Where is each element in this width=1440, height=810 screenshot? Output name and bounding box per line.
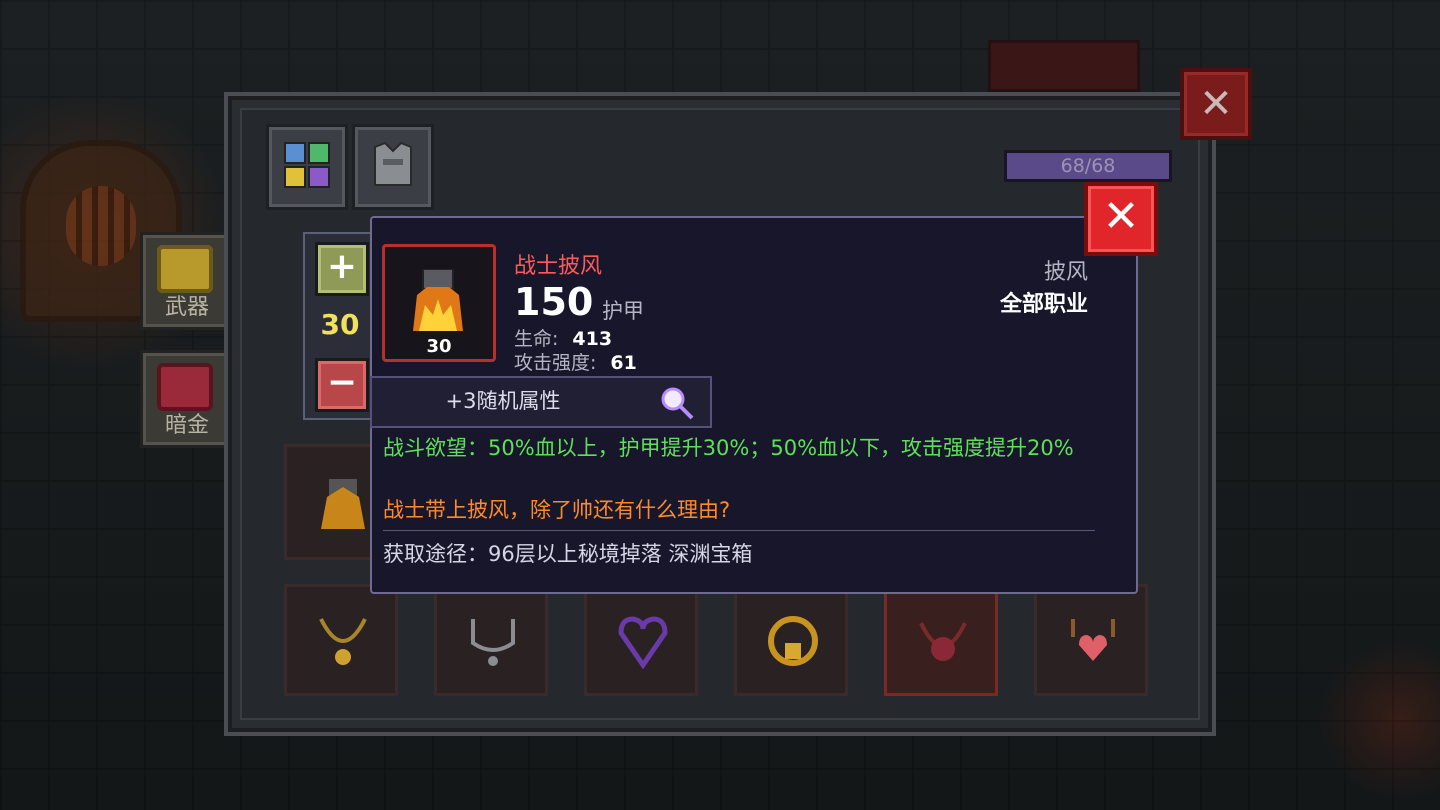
item-class: 全部职业: [999, 292, 1088, 317]
random-attributes-bar[interactable]: +3随机属性: [370, 376, 712, 428]
item-flavor-text: 战士带上披风，除了帅还有什么理由?: [383, 498, 731, 522]
heart-amulet-icon: [618, 616, 668, 669]
item-stat-label: 生命:: [514, 328, 559, 350]
item-stat-value: 413: [572, 328, 613, 350]
item-stat-row: 攻击强度: 61: [514, 348, 637, 375]
divider: [383, 530, 1095, 531]
close-icon: ✕: [1199, 81, 1233, 127]
gem-amulet-icon: [919, 622, 967, 661]
item-effect-text: 战斗欲望：50%血以上，护甲提升30%；50%血以下，攻击强度提升20%: [383, 436, 1074, 460]
heart-necklace-icon: [1071, 619, 1115, 661]
weapon-side-button-label: 武器: [164, 295, 209, 320]
item-name: 战士披风: [514, 254, 603, 279]
item-source-text: 获取途径：96层以上秘境掉落 深渊宝箱: [383, 542, 753, 566]
item-stat-value: 61: [610, 352, 637, 374]
inventory-slot[interactable]: [284, 584, 398, 696]
quantity-stepper: + 30 −: [303, 232, 375, 420]
necklace-icon: [319, 618, 367, 665]
weapon-side-button[interactable]: 武器: [140, 232, 234, 330]
ring-icon: [768, 616, 818, 666]
cape-icon: [321, 479, 365, 529]
minus-icon: −: [326, 362, 358, 403]
tooltip-close-button[interactable]: ✕: [1084, 182, 1158, 256]
hp-bar-text: 68/68: [1060, 155, 1116, 177]
dark-gold-side-button[interactable]: 暗金: [140, 350, 234, 448]
quantity-value: 30: [320, 308, 360, 341]
inventory-slot[interactable]: [434, 584, 548, 696]
inventory-slot[interactable]: [1034, 584, 1148, 696]
grid-icon: [284, 142, 330, 188]
treasure-chest-icon: [157, 363, 213, 411]
inventory-slot-selected[interactable]: [884, 584, 998, 696]
item-main-value-unit: 护甲: [602, 299, 644, 323]
flame-cape-icon: [413, 269, 463, 331]
armor-icon: [374, 141, 412, 186]
inventory-slot[interactable]: [584, 584, 698, 696]
item-stat-row: 生命: 413: [514, 324, 612, 351]
item-type: 披风: [1043, 260, 1088, 285]
close-icon: ✕: [1102, 191, 1140, 242]
necklace-icon: [471, 619, 515, 666]
sword-icon: [157, 245, 213, 293]
magnifier-icon[interactable]: [660, 386, 694, 420]
dark-gold-side-button-label: 暗金: [164, 413, 209, 438]
item-level: 30: [426, 336, 452, 357]
hp-bar: 68/68: [1004, 150, 1172, 182]
item-icon-frame: 30: [382, 244, 496, 362]
tab-equipment[interactable]: [352, 124, 434, 210]
tab-inventory[interactable]: [266, 124, 348, 210]
plus-icon: +: [326, 246, 358, 287]
item-main-value: 150: [514, 280, 594, 324]
increase-button[interactable]: +: [315, 242, 369, 296]
item-stat-label: 攻击强度:: [514, 352, 597, 374]
inventory-slot[interactable]: [734, 584, 848, 696]
panel-close-button[interactable]: ✕: [1180, 68, 1252, 140]
decrease-button[interactable]: −: [315, 358, 369, 412]
random-attributes-label: +3随机属性: [445, 389, 561, 413]
background-button: [988, 40, 1140, 92]
